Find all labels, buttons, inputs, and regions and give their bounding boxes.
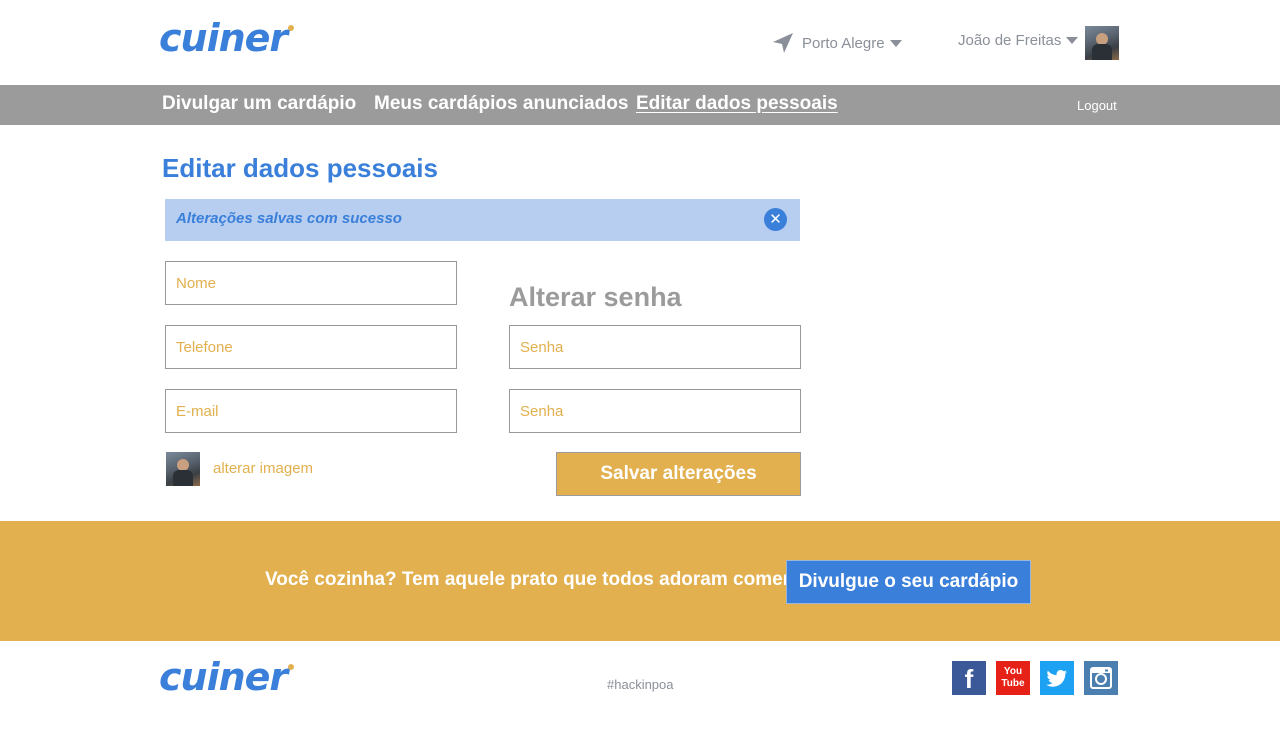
logo-dot <box>288 25 295 31</box>
password-field[interactable] <box>509 325 801 369</box>
twitter-bird-icon <box>1046 670 1068 687</box>
publish-menu-button[interactable]: Divulgue o seu cardápio <box>786 560 1031 604</box>
page-title: Editar dados pessoais <box>162 153 438 183</box>
youtube-icon[interactable]: You Tube <box>996 661 1030 695</box>
chevron-down-icon <box>1066 37 1079 44</box>
email-field[interactable] <box>165 389 457 433</box>
cta-text: Você cozinha? Tem aquele prato que todos… <box>265 569 802 590</box>
instagram-icon[interactable] <box>1084 661 1118 695</box>
user-menu[interactable]: João de Freitas <box>958 32 1079 49</box>
logo-text: cuiner <box>159 16 288 60</box>
password-section-title: Alterar senha <box>509 282 682 312</box>
footer-logo-text: cuiner <box>159 655 288 699</box>
avatar[interactable] <box>1085 26 1119 60</box>
logo-dot <box>288 664 295 670</box>
nav-meus-cardapios[interactable]: Meus cardápios anunciados <box>374 93 628 115</box>
user-name: João de Freitas <box>958 32 1062 49</box>
logout-link[interactable]: Logout <box>1077 98 1117 113</box>
cta-banner: Você cozinha? Tem aquele prato que todos… <box>0 521 1280 641</box>
nav-editar-dados[interactable]: Editar dados pessoais <box>636 93 838 115</box>
header: cuiner Porto Alegre João de Freitas <box>0 0 1280 85</box>
avatar-body <box>1092 44 1112 60</box>
nav-divulgar-cardapio[interactable]: Divulgar um cardápio <box>162 93 356 115</box>
location-arrow-icon <box>773 33 793 53</box>
alert-message: Alterações salvas com sucesso <box>176 210 402 227</box>
facebook-icon[interactable]: f <box>952 661 986 695</box>
city-selector[interactable]: Porto Alegre <box>772 32 902 54</box>
success-alert: Alterações salvas com sucesso ✕ <box>165 199 800 241</box>
city-label: Porto Alegre <box>802 34 885 52</box>
youtube-line2: Tube <box>1001 678 1025 689</box>
close-icon[interactable]: ✕ <box>764 208 787 231</box>
logo[interactable]: cuiner <box>159 16 295 60</box>
save-button[interactable]: Salvar alterações <box>556 452 801 496</box>
change-image-link[interactable]: alterar imagem <box>213 460 313 477</box>
twitter-icon[interactable] <box>1040 661 1074 695</box>
chevron-down-icon <box>889 39 902 47</box>
footer-logo[interactable]: cuiner <box>159 655 295 699</box>
password-confirm-field[interactable] <box>509 389 801 433</box>
phone-field[interactable] <box>165 325 457 369</box>
main-nav: Divulgar um cardápio Meus cardápios anun… <box>0 85 1280 125</box>
hashtag: #hackinpoa <box>607 677 674 692</box>
youtube-line1: You <box>1003 666 1023 677</box>
avatar-body <box>173 470 193 486</box>
name-field[interactable] <box>165 261 457 305</box>
instagram-camera-icon <box>1090 667 1112 689</box>
facebook-glyph: f <box>964 664 974 694</box>
profile-image <box>166 452 200 486</box>
